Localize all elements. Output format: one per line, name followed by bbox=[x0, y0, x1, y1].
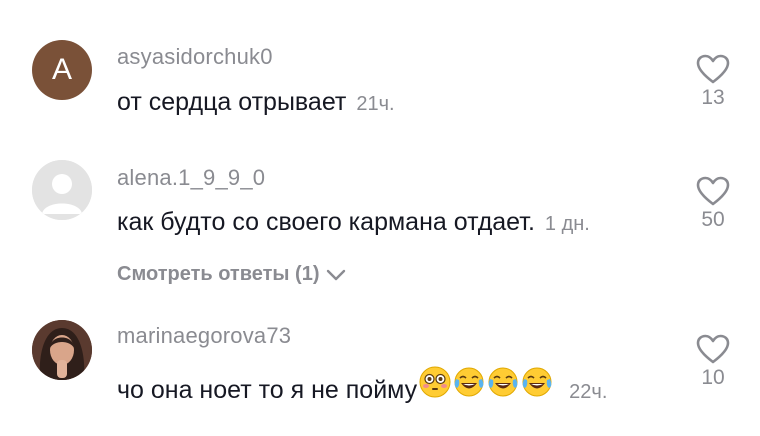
comment-text-line: от сердца отрывает 21ч. bbox=[117, 88, 395, 117]
heart-icon[interactable] bbox=[696, 334, 730, 364]
avatar[interactable] bbox=[32, 160, 92, 220]
avatar-letter: A bbox=[51, 53, 72, 86]
comment-username[interactable]: alena.1_9_9_0 bbox=[117, 165, 265, 191]
face-with-tears-of-joy-emoji bbox=[454, 367, 484, 397]
like-count: 10 bbox=[701, 366, 725, 389]
view-replies-label: Смотреть ответы (1) bbox=[117, 263, 320, 285]
like-count: 50 bbox=[701, 208, 725, 231]
like-control: 50 bbox=[690, 176, 736, 232]
avatar[interactable]: A bbox=[32, 40, 92, 100]
view-replies-button[interactable]: Смотреть ответы (1) bbox=[117, 263, 346, 286]
comment-time: 21ч. bbox=[356, 93, 395, 115]
comment-text: чо она ноет то я не пойму bbox=[117, 376, 418, 404]
comment-time: 1 дн. bbox=[544, 213, 590, 235]
heart-icon[interactable] bbox=[696, 176, 730, 206]
comment-text-line: чо она ноет то я не пойму 22ч. bbox=[117, 366, 607, 405]
like-control: 10 bbox=[690, 334, 736, 390]
avatar[interactable] bbox=[32, 320, 92, 380]
comment-text-line: как будто со своего кармана отдает. 1 дн… bbox=[117, 208, 590, 237]
chevron-down-icon bbox=[326, 269, 345, 280]
heart-icon[interactable] bbox=[696, 54, 730, 84]
comment-username[interactable]: marinaegorova73 bbox=[117, 323, 291, 349]
profile-photo-icon bbox=[32, 320, 92, 380]
face-with-tears-of-joy-emoji bbox=[488, 367, 518, 397]
comment-text: как будто со своего кармана отдает. bbox=[117, 208, 535, 236]
comment-text: от сердца отрывает bbox=[117, 88, 347, 116]
like-count: 13 bbox=[701, 86, 725, 109]
flushed-face-emoji bbox=[419, 366, 451, 398]
comment-time: 22ч. bbox=[569, 381, 608, 403]
comment-username[interactable]: asyasidorchuk0 bbox=[117, 44, 273, 70]
like-control: 13 bbox=[690, 54, 736, 110]
default-avatar-icon bbox=[32, 160, 92, 220]
face-with-tears-of-joy-emoji bbox=[522, 367, 552, 397]
